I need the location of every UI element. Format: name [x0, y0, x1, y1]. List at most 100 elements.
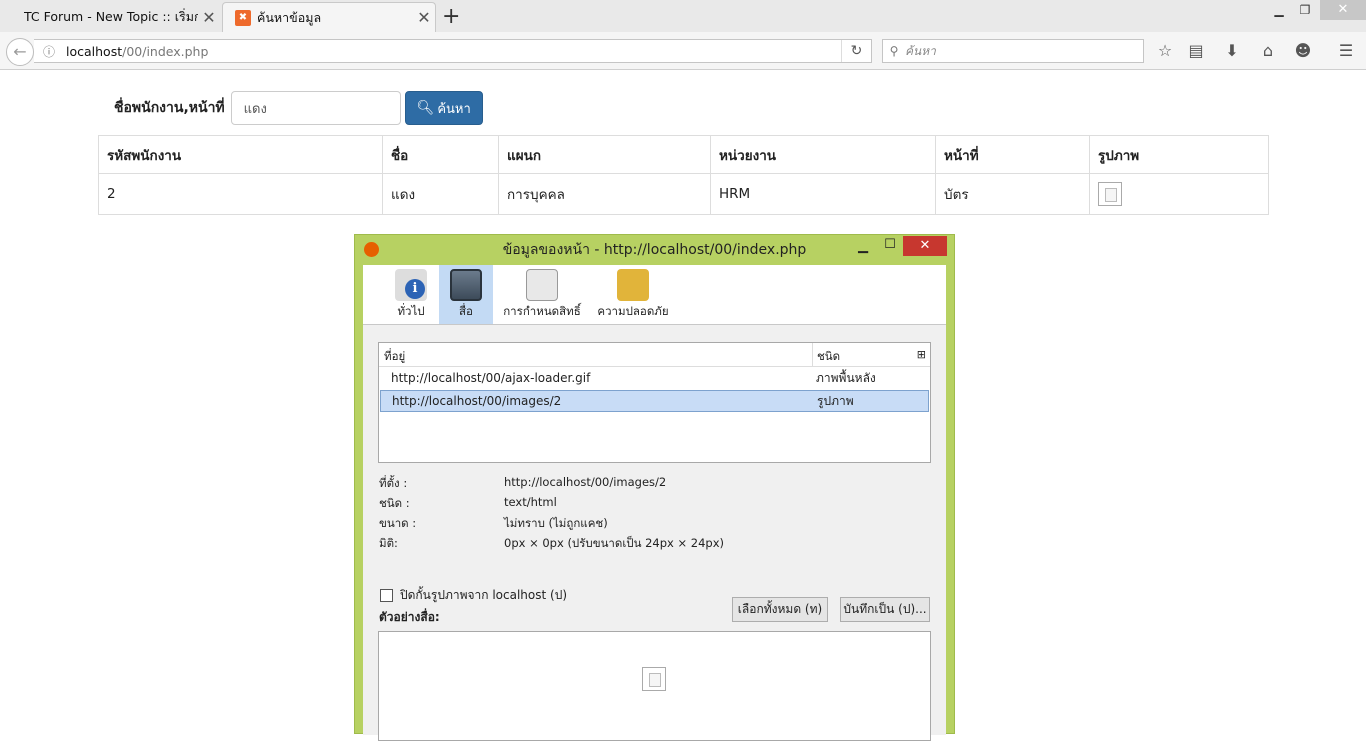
list-item-selected[interactable]: http://localhost/00/images/2 รูปภาพ	[380, 390, 929, 412]
block-images-checkbox[interactable]	[380, 589, 393, 602]
search-button-label: ค้นหา	[437, 101, 471, 117]
property-key: ที่ตั้ง :	[379, 476, 408, 490]
property-row: ชนิด : text/html	[379, 495, 724, 515]
search-icon: 🔍︎	[416, 100, 435, 116]
property-value: text/html	[504, 495, 557, 509]
cell-name: แดง	[382, 173, 499, 215]
url-host: localhost	[66, 43, 123, 59]
cell-role: บัตร	[935, 173, 1090, 215]
search-placeholder: ค้นหา	[905, 43, 936, 58]
column-picker-icon[interactable]: ⊞	[917, 348, 926, 361]
column-header-department: แผนก	[498, 135, 711, 174]
lock-icon	[617, 269, 649, 301]
select-all-button[interactable]: เลือกทั้งหมด (ท)	[732, 597, 828, 622]
property-key: ขนาด :	[379, 516, 417, 530]
property-row: ขนาด : ไม่ทราบ (ไม่ถูกแคช)	[379, 515, 724, 535]
media-preview	[378, 631, 931, 741]
cell-unit: HRM	[710, 173, 936, 215]
page-info-dialog: ข้อมูลของหน้า - http://localhost/00/inde…	[354, 234, 955, 741]
new-tab-button[interactable]: +	[442, 4, 460, 29]
property-value: http://localhost/00/images/2	[504, 475, 667, 489]
url-path: /00/index.php	[122, 43, 209, 59]
column-header-role: หน้าที่	[935, 135, 1090, 174]
dialog-tabs: ทั่วไป สื่อ การกำหนดสิทธิ์ ความปลอดภัย	[363, 265, 946, 325]
search-icon: ⚲	[889, 44, 899, 58]
dialog-body: ทั่วไป สื่อ การกำหนดสิทธิ์ ความปลอดภัย ท…	[363, 265, 946, 741]
tab-general[interactable]: ทั่วไป	[391, 265, 431, 324]
tab-media-label: สื่อ	[459, 304, 473, 318]
tab-security[interactable]: ความปลอดภัย	[596, 265, 670, 324]
item-type: รูปภาพ	[817, 394, 854, 408]
hello-icon[interactable]: ☻	[1291, 40, 1315, 62]
tab-bar: TC Forum - New Topic :: เริ่มกร... ✕ ✖ ค…	[0, 0, 1366, 32]
property-key: ชนิด :	[379, 496, 410, 510]
minimize-window-icon[interactable]: ▁	[1266, 0, 1292, 20]
downloads-icon[interactable]: ⬇	[1220, 40, 1244, 62]
back-button[interactable]: ←	[6, 38, 34, 66]
cell-image	[1089, 173, 1269, 215]
xampp-favicon-icon: ✖	[235, 9, 251, 26]
property-key: มิติ:	[379, 536, 398, 550]
media-icon	[450, 269, 482, 301]
list-item[interactable]: http://localhost/00/ajax-loader.gif ภาพพ…	[380, 368, 929, 390]
cell-id: 2	[98, 173, 383, 215]
address-bar[interactable]: ⓘ localhost/00/index.php ↻	[34, 39, 872, 63]
column-header-image: รูปภาพ	[1089, 135, 1269, 174]
info-icon	[395, 269, 427, 301]
cell-department: การบุคคล	[498, 173, 711, 215]
media-properties: ที่ตั้ง : http://localhost/00/images/2 ช…	[379, 475, 724, 555]
property-row: มิติ: 0px × 0px (ปรับขนาดเป็น 24px × 24p…	[379, 535, 724, 555]
column-header-id: รหัสพนักงาน	[98, 135, 383, 174]
item-address: http://localhost/00/images/2	[392, 394, 562, 408]
broken-image-icon	[642, 667, 666, 691]
tab-tc-forum[interactable]: TC Forum - New Topic :: เริ่มกร... ✕	[8, 2, 220, 32]
dialog-maximize-icon[interactable]: ☐	[882, 237, 898, 252]
tab-title: TC Forum - New Topic :: เริ่มกร...	[24, 9, 198, 24]
media-preview-label: ตัวอย่างสื่อ:	[379, 610, 440, 624]
permissions-icon	[526, 269, 558, 301]
search-input-value: แดง	[243, 101, 267, 117]
site-info-icon[interactable]: ⓘ	[38, 43, 60, 60]
employee-table: รหัสพนักงาน ชื่อ แผนก หน่วยงาน หน้าที่ ร…	[98, 135, 1269, 215]
close-tab-icon[interactable]: ✕	[198, 8, 220, 27]
maximize-window-icon[interactable]: ❐	[1292, 0, 1318, 20]
dialog-close-button[interactable]: ✕	[903, 236, 947, 256]
home-icon[interactable]: ⌂	[1256, 40, 1280, 62]
reading-list-icon[interactable]: ▤	[1184, 40, 1208, 62]
dialog-minimize-icon[interactable]: ▁	[855, 239, 871, 254]
tab-search-data[interactable]: ✖ ค้นหาข้อมูล ✕	[222, 2, 436, 32]
tab-security-label: ความปลอดภัย	[597, 304, 669, 318]
broken-image-icon[interactable]	[1098, 182, 1122, 206]
menu-icon[interactable]: ☰	[1334, 40, 1358, 62]
save-as-button[interactable]: บันทึกเป็น (ป)...	[840, 597, 930, 622]
media-list-header: ที่อยู่ ชนิด ⊞	[379, 343, 930, 367]
search-button[interactable]: 🔍︎ ค้นหา	[404, 91, 483, 125]
bookmark-star-icon[interactable]: ☆	[1153, 40, 1177, 62]
property-value: ไม่ทราบ (ไม่ถูกแคช)	[504, 516, 608, 530]
property-value: 0px × 0px (ปรับขนาดเป็น 24px × 24px)	[504, 536, 725, 550]
item-address: http://localhost/00/ajax-loader.gif	[391, 371, 591, 385]
column-separator	[812, 343, 813, 366]
reload-icon[interactable]: ↻	[841, 40, 871, 62]
column-header-address[interactable]: ที่อยู่	[384, 348, 405, 366]
column-header-type[interactable]: ชนิด	[817, 348, 840, 366]
property-row: ที่ตั้ง : http://localhost/00/images/2	[379, 475, 724, 495]
employee-search-input[interactable]: แดง	[230, 91, 401, 125]
search-form: ชื่อพนักงาน,หน้าที่ แดง 🔍︎ ค้นหา	[114, 91, 483, 125]
tab-media[interactable]: สื่อ	[439, 265, 493, 324]
search-bar[interactable]: ⚲ ค้นหา	[882, 39, 1144, 63]
column-header-name: ชื่อ	[382, 135, 499, 174]
search-label: ชื่อพนักงาน,หน้าที่	[114, 100, 225, 116]
navigation-toolbar: ← ⓘ localhost/00/index.php ↻ ⚲ ค้นหา ☆ ▤…	[0, 32, 1366, 70]
close-window-button[interactable]: ✕	[1320, 0, 1366, 20]
block-images-label: ปิดกั้นรูปภาพจาก localhost (ป)	[400, 588, 568, 602]
item-type: ภาพพื้นหลัง	[816, 371, 876, 385]
tab-permissions-label: การกำหนดสิทธิ์	[503, 304, 581, 318]
media-list[interactable]: ที่อยู่ ชนิด ⊞ http://localhost/00/ajax-…	[378, 342, 931, 463]
table-header-row: รหัสพนักงาน ชื่อ แผนก หน่วยงาน หน้าที่ ร…	[98, 135, 1269, 174]
close-tab-icon[interactable]: ✕	[413, 8, 435, 27]
table-row: 2 แดง การบุคคล HRM บัตร	[98, 173, 1269, 215]
tab-title: ค้นหาข้อมูล	[257, 9, 322, 25]
block-images-option: ปิดกั้นรูปภาพจาก localhost (ป)	[380, 586, 567, 605]
tab-permissions[interactable]: การกำหนดสิทธิ์	[503, 265, 581, 324]
